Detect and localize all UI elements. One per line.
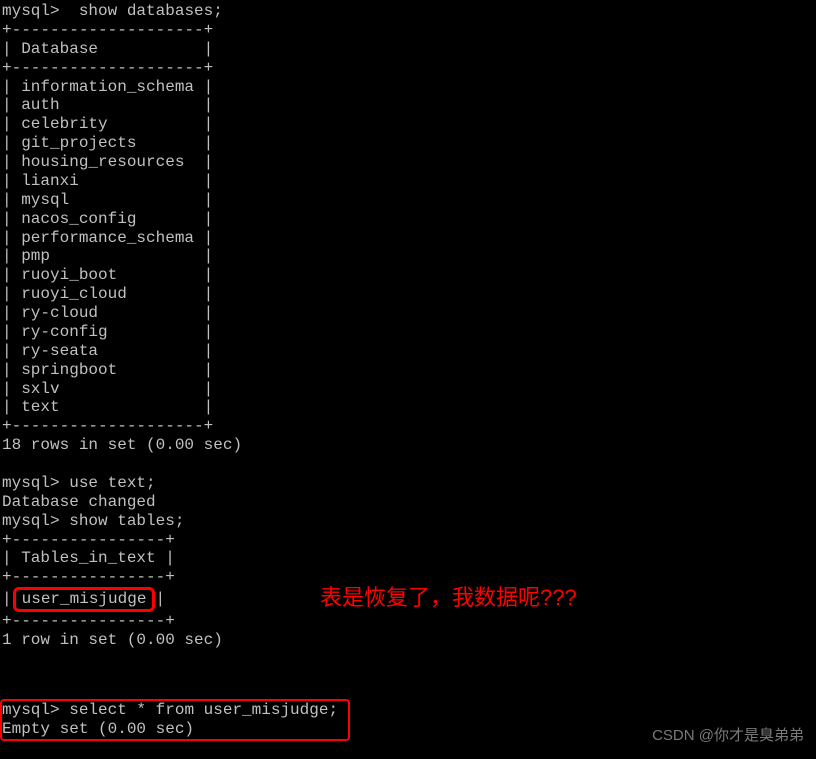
highlighted-query-block: mysql> select * from user_misjudge; Empt…	[0, 699, 350, 741]
mysql-prompt: mysql>	[2, 2, 69, 20]
db-row: | ruoyi_cloud |	[2, 285, 816, 304]
table-border: +--------------------+	[2, 21, 816, 40]
db-row: | ruoyi_boot |	[2, 266, 816, 285]
db-header: | Database |	[2, 40, 816, 59]
db-row: | ry-seata |	[2, 342, 816, 361]
watermark: CSDN @你才是臭弟弟	[652, 727, 804, 745]
db-row: | housing_resources |	[2, 153, 816, 172]
terminal-output: mysql> show databases; +----------------…	[0, 0, 816, 669]
table-border: +----------------+	[2, 531, 816, 550]
table-border: +----------------+	[2, 612, 816, 631]
db-row: | git_projects |	[2, 134, 816, 153]
result-summary: 1 row in set (0.00 sec)	[2, 631, 816, 650]
db-changed-msg: Database changed	[2, 493, 816, 512]
result-summary: 18 rows in set (0.00 sec)	[2, 436, 816, 455]
db-row: | celebrity |	[2, 115, 816, 134]
db-row: | auth |	[2, 96, 816, 115]
table-row-pipe: |	[2, 590, 12, 608]
db-row: | pmp |	[2, 247, 816, 266]
db-row: | ry-config |	[2, 323, 816, 342]
db-row: | springboot |	[2, 361, 816, 380]
cmd-select-query: select * from user_misjudge;	[69, 701, 338, 719]
mysql-prompt: mysql>	[2, 701, 69, 719]
db-row: | text |	[2, 398, 816, 417]
db-row: | lianxi |	[2, 172, 816, 191]
table-row-pipe: |	[155, 590, 165, 608]
mysql-prompt: mysql>	[2, 474, 69, 492]
tables-header: | Tables_in_text |	[2, 549, 816, 568]
cmd-show-tables: show tables;	[69, 512, 184, 530]
table-border: +--------------------+	[2, 417, 816, 436]
table-border: +--------------------+	[2, 59, 816, 78]
db-row: | mysql |	[2, 191, 816, 210]
db-row: | sxlv |	[2, 380, 816, 399]
db-row: | information_schema |	[2, 78, 816, 97]
db-row: | performance_schema |	[2, 229, 816, 248]
highlighted-table-name: user_misjudge	[13, 587, 156, 612]
cmd-use-db: use text;	[69, 474, 155, 492]
cmd-show-databases: show databases;	[69, 2, 223, 20]
db-row: | ry-cloud |	[2, 304, 816, 323]
db-row: | nacos_config |	[2, 210, 816, 229]
annotation-text: 表是恢复了，我数据呢???	[320, 585, 577, 611]
empty-set-msg: Empty set (0.00 sec)	[2, 720, 338, 739]
mysql-prompt: mysql>	[2, 512, 69, 530]
